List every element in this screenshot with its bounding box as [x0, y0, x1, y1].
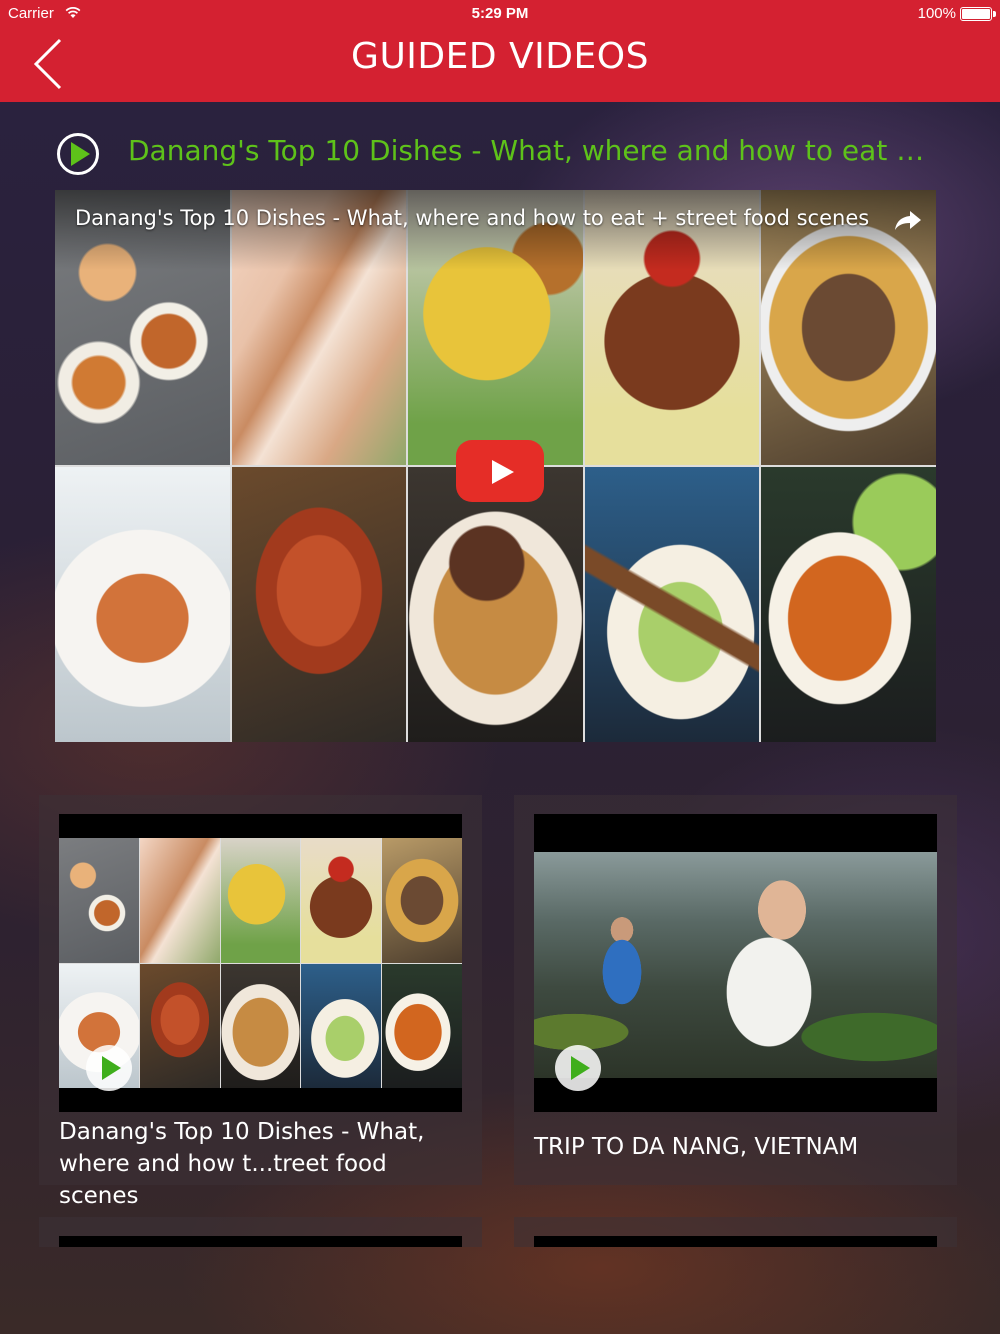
food-photo: [220, 838, 301, 963]
video-card-title: Danang's Top 10 Dishes - What, where and…: [59, 1116, 469, 1212]
player-video-title: Danang's Top 10 Dishes - What, where and…: [75, 206, 870, 230]
play-circle-icon[interactable]: [554, 1044, 602, 1092]
food-photo: [584, 467, 760, 742]
food-photo: [220, 963, 301, 1088]
food-photo: [55, 467, 230, 742]
food-photo: [382, 838, 462, 963]
food-photo: [59, 838, 139, 963]
battery-icon: [960, 7, 996, 21]
video-card-thumbnail: [534, 1236, 937, 1247]
food-photo: [301, 838, 382, 963]
video-card[interactable]: TRIP TO DA NANG, VIETNAM: [514, 795, 957, 1185]
share-icon[interactable]: [894, 208, 922, 232]
video-player[interactable]: Danang's Top 10 Dishes - What, where and…: [55, 190, 936, 742]
food-photo: [382, 963, 462, 1088]
player-title-overlay: Danang's Top 10 Dishes - What, where and…: [55, 190, 936, 270]
video-card[interactable]: Danang's Top 10 Dishes - What, where and…: [39, 795, 482, 1209]
video-card-thumbnail: [59, 1236, 462, 1247]
battery-percent: 100%: [917, 5, 956, 22]
youtube-play-icon[interactable]: [456, 440, 544, 502]
video-card[interactable]: [514, 1217, 957, 1247]
food-photo: [301, 963, 382, 1088]
food-photo: [761, 467, 936, 742]
nav-header: Carrier 5:29 PM 100% GUIDED VIDEOS: [0, 0, 1000, 102]
food-photo: [139, 963, 220, 1088]
status-bar: Carrier 5:29 PM 100%: [0, 0, 1000, 28]
food-photo: [139, 838, 220, 963]
video-card-title-line: where and how t...treet food scenes: [59, 1151, 387, 1209]
food-photo: [231, 467, 407, 742]
video-card[interactable]: [39, 1217, 482, 1247]
status-time: 5:29 PM: [471, 5, 529, 22]
featured-video-title[interactable]: Danang's Top 10 Dishes - What, where and…: [128, 134, 938, 178]
video-card-thumbnail: [534, 814, 937, 1112]
video-card-title: TRIP TO DA NANG, VIETNAM: [534, 1131, 944, 1163]
video-card-title-line: Danang's Top 10 Dishes - What,: [59, 1119, 425, 1145]
video-card-title-line: TRIP TO DA NANG, VIETNAM: [534, 1134, 859, 1160]
page-title: GUIDED VIDEOS: [351, 36, 649, 77]
play-circle-icon[interactable]: [56, 132, 100, 176]
video-card-thumbnail: [59, 814, 462, 1112]
food-photo: [408, 467, 583, 742]
play-circle-icon[interactable]: [85, 1044, 133, 1092]
